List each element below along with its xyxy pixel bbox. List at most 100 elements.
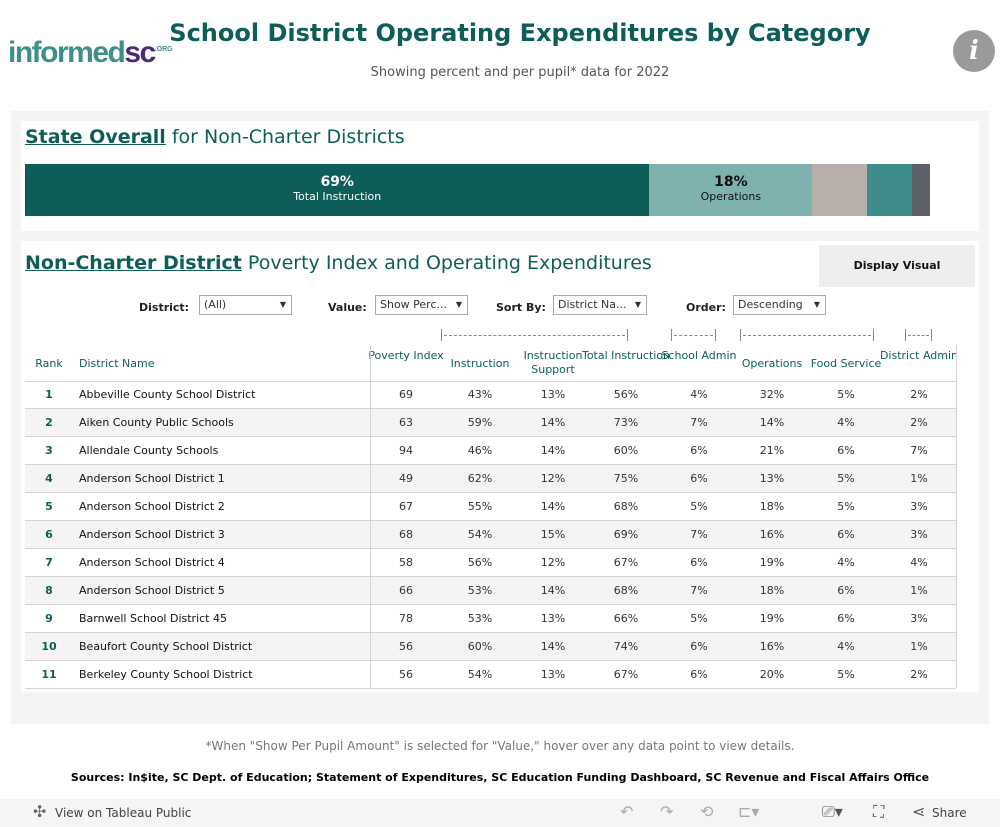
table-row[interactable]: 6 Anderson School District 3 68 54% 15% 69% 7%…	[25, 521, 956, 549]
table-cell: 67%	[613, 668, 639, 681]
table-cell: 68%	[613, 500, 639, 513]
table-cell: 14%	[540, 444, 566, 457]
table-cell: 14%	[759, 416, 785, 429]
segment-value: 69%	[320, 174, 354, 190]
bar-segment[interactable]	[812, 164, 867, 216]
table-row[interactable]: 10 Beaufort County School District 56 60% 14…	[25, 633, 956, 661]
filter-value: Descending	[738, 298, 803, 311]
table-row[interactable]: 3 Allendale County Schools 94 46% 14% 60% 6% 21…	[25, 437, 956, 465]
table-row[interactable]: 7 Anderson School District 4 58 56% 12% 67% 6%…	[25, 549, 956, 577]
column-divider	[956, 345, 957, 688]
table-cell: 58	[399, 556, 413, 569]
table-cell: 6%	[837, 612, 855, 625]
table-row[interactable]: 9 Barnwell School District 45 78 53% 13% 66% 5…	[25, 605, 956, 633]
share-icon[interactable]: ⋖	[912, 802, 925, 821]
table-cell: 5%	[837, 500, 855, 513]
table-cell: 3%	[910, 500, 928, 513]
bar-segment[interactable]: 69% Total Instruction	[25, 164, 650, 216]
table-cell: 8	[45, 584, 53, 597]
table-cell: 15%	[540, 528, 566, 541]
table-cell: 2%	[910, 416, 928, 429]
bar-segment[interactable]	[866, 164, 912, 216]
chevron-down-icon: ▼	[455, 300, 462, 309]
table-cell: 94	[399, 444, 413, 457]
undo-icon[interactable]: ↶	[620, 802, 633, 821]
table-cell: 13%	[540, 612, 566, 625]
table-cell: 4%	[690, 388, 708, 401]
table-cell: 3	[45, 444, 53, 457]
table-row[interactable]: 8 Anderson School District 5 66 53% 14% 68% 7%…	[25, 577, 956, 605]
heading-rest: for Non-Charter Districts	[165, 126, 405, 148]
table-cell: Anderson School District 1	[79, 472, 225, 485]
header-divider	[25, 381, 956, 382]
table-cell: 68%	[613, 584, 639, 597]
filter-value: (All)	[204, 298, 227, 311]
display-visual-button[interactable]: Display Visual	[819, 245, 975, 287]
table-cell: 6	[45, 528, 53, 541]
state-overall-heading: State Overall for Non-Charter Districts	[25, 126, 405, 148]
filter-dropdown[interactable]: (All) ▼	[199, 295, 292, 315]
table-cell: 66	[399, 584, 413, 597]
redo-icon[interactable]: ↷	[660, 802, 673, 821]
table-cell: 54%	[467, 528, 493, 541]
table-cell: 7%	[690, 528, 708, 541]
filter-dropdown[interactable]: Descending ▼	[733, 295, 826, 315]
view-on-tableau-link[interactable]: View on Tableau Public	[55, 806, 191, 820]
district-heading: Non-Charter District Poverty Index and O…	[25, 252, 652, 274]
instruction-bracket	[441, 329, 628, 341]
filter-value: Show Perc...	[380, 298, 448, 311]
table-cell: 6%	[690, 472, 708, 485]
table-cell: 2	[45, 416, 53, 429]
table-cell: 6%	[690, 444, 708, 457]
table-cell: 7%	[690, 584, 708, 597]
table-cell: 20%	[759, 668, 785, 681]
tableau-icon: ✣	[33, 802, 47, 821]
table-row[interactable]: 11 Berkeley County School District 56 54% 13…	[25, 661, 956, 689]
table-cell: 16%	[759, 640, 785, 653]
revert-icon[interactable]: ⟲	[700, 802, 713, 821]
table-cell: 3%	[910, 612, 928, 625]
sources: Sources: In$ite, SC Dept. of Education; …	[70, 771, 930, 784]
fullscreen-icon[interactable]: ⛶	[873, 802, 884, 822]
heading-bold: State Overall	[25, 126, 166, 148]
table-row[interactable]: 2 Aiken County Public Schools 63 59% 14% 73% 7…	[25, 409, 956, 437]
segment-label: Operations	[700, 190, 762, 203]
info-icon[interactable]: i	[953, 30, 995, 72]
bar-segment[interactable]: 18% Operations	[649, 164, 813, 216]
logo-suffix: .ORG	[154, 46, 173, 53]
table-cell: 56	[399, 668, 413, 681]
table-cell: 78	[399, 612, 413, 625]
table-cell: 56	[399, 640, 413, 653]
table-cell: 12%	[540, 472, 566, 485]
filter-label: Sort By:	[496, 301, 546, 314]
table-row[interactable]: 5 Anderson School District 2 67 55% 14% 68% 5%…	[25, 493, 956, 521]
table-row[interactable]: 1 Abbeville County School District 69 43% 13…	[25, 381, 956, 409]
table-cell: 7%	[690, 416, 708, 429]
table-cell: 6%	[837, 528, 855, 541]
bar-segment[interactable]	[911, 164, 930, 216]
table-cell: 13%	[540, 388, 566, 401]
table-cell: 75%	[613, 472, 639, 485]
table-cell: 1%	[910, 472, 928, 485]
table-row[interactable]: 4 Anderson School District 1 49 62% 12% 75% 6%…	[25, 465, 956, 493]
table-cell: 1	[45, 388, 53, 401]
table-cell: 7%	[910, 444, 928, 457]
table-cell: 13%	[540, 668, 566, 681]
table-cell: 5%	[690, 500, 708, 513]
table-cell: 4%	[910, 556, 928, 569]
table-cell: 43%	[467, 388, 493, 401]
filter-dropdown[interactable]: District Na... ▼	[553, 295, 647, 315]
table-cell: 56%	[613, 388, 639, 401]
table-cell: 21%	[759, 444, 785, 457]
filter-dropdown[interactable]: Show Perc... ▼	[375, 295, 468, 315]
download-icon[interactable]: ⎚▾	[822, 802, 843, 822]
table-cell: 12%	[540, 556, 566, 569]
table-cell: 14%	[540, 640, 566, 653]
table-cell: 6%	[837, 584, 855, 597]
column-header[interactable]: District Name	[79, 357, 154, 371]
refresh-icon[interactable]: ⊏▾	[738, 802, 759, 821]
column-header[interactable]: District Admin	[874, 349, 964, 363]
share-button[interactable]: Share	[932, 806, 967, 820]
table-cell: 2%	[910, 388, 928, 401]
table-cell: 73%	[613, 416, 639, 429]
